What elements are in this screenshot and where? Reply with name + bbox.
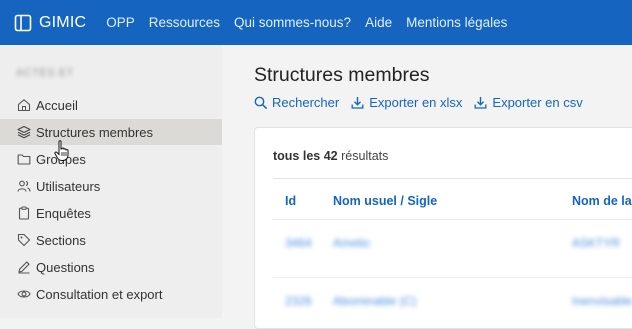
divider bbox=[273, 178, 632, 179]
results-number: 42 bbox=[323, 149, 338, 163]
column-header-id[interactable]: Id bbox=[285, 194, 296, 208]
export-csv-label: Exporter en csv bbox=[492, 95, 583, 110]
sidebar-item-label: Structures membres bbox=[36, 124, 154, 140]
sidebar-item-accueil[interactable]: Accueil bbox=[0, 92, 222, 118]
sidebar-item-label: Consultation et export bbox=[36, 286, 163, 302]
divider bbox=[273, 219, 632, 220]
users-icon bbox=[17, 180, 31, 192]
tag-icon bbox=[17, 233, 31, 247]
sidebar-toggle-icon bbox=[14, 14, 32, 31]
results-card: tous les 42 résultats Id Nom usuel / Sig… bbox=[254, 127, 632, 329]
table-cell-nom-usuel[interactable]: Amelio bbox=[333, 236, 370, 250]
page-title: Structures membres bbox=[254, 64, 430, 86]
nav-link-aide[interactable]: Aide bbox=[365, 15, 392, 30]
sidebar-item-label: Groupes bbox=[36, 151, 86, 167]
sidebar-item-enquetes[interactable]: Enquêtes bbox=[0, 200, 222, 226]
table-cell-nom-usuel[interactable]: Abominable (C) bbox=[333, 294, 416, 308]
sidebar: ACTES ET Accueil Structures membres Grou… bbox=[0, 45, 222, 318]
export-xlsx-label: Exporter en xlsx bbox=[369, 95, 463, 110]
sidebar-item-groupes[interactable]: Groupes bbox=[0, 146, 222, 172]
brand-name: GIMIC bbox=[39, 13, 87, 31]
search-icon bbox=[254, 96, 267, 109]
nav-link-mentions-legales[interactable]: Mentions légales bbox=[406, 15, 507, 30]
nav-link-ressources[interactable]: Ressources bbox=[149, 15, 220, 30]
sidebar-item-utilisateurs[interactable]: Utilisateurs bbox=[0, 173, 222, 199]
table-cell-nom[interactable]: Inenvisable bbox=[572, 294, 632, 308]
table-cell-id[interactable]: 2326 bbox=[285, 294, 312, 308]
search-button-label: Rechercher bbox=[272, 95, 340, 110]
action-bar: Rechercher Exporter en xlsx Exporter en … bbox=[254, 95, 595, 110]
column-header-nom-de-la[interactable]: Nom de la bbox=[572, 194, 632, 208]
top-navbar: GIMIC OPP Ressources Qui sommes-nous? Ai… bbox=[0, 0, 632, 45]
sidebar-item-label: Utilisateurs bbox=[36, 178, 101, 194]
results-count: tous les 42 résultats bbox=[273, 149, 388, 163]
divider bbox=[273, 277, 632, 278]
export-csv-button[interactable]: Exporter en csv bbox=[474, 95, 583, 110]
sidebar-item-structures-membres[interactable]: Structures membres bbox=[0, 119, 222, 145]
sidebar-section-label: ACTES ET bbox=[16, 67, 74, 79]
sidebar-item-sections[interactable]: Sections bbox=[0, 227, 222, 253]
sidebar-item-label: Enquêtes bbox=[36, 205, 91, 221]
pencil-icon bbox=[18, 261, 30, 274]
sidebar-item-label: Questions bbox=[36, 259, 95, 275]
brand[interactable]: GIMIC bbox=[14, 14, 86, 32]
sidebar-item-label: Accueil bbox=[36, 97, 78, 113]
home-icon bbox=[17, 99, 31, 112]
results-suffix: résultats bbox=[341, 149, 389, 163]
folder-icon bbox=[17, 154, 31, 165]
table-cell-id[interactable]: 3464 bbox=[285, 236, 312, 250]
sidebar-item-consultation-export[interactable]: Consultation et export bbox=[0, 281, 222, 307]
nav-link-qui-sommes-nous[interactable]: Qui sommes-nous? bbox=[234, 15, 351, 30]
download-icon bbox=[351, 97, 364, 109]
main-content: Structures membres Rechercher Exporter e… bbox=[222, 45, 632, 329]
clipboard-icon bbox=[18, 206, 30, 220]
sidebar-item-label: Sections bbox=[36, 232, 86, 248]
export-xlsx-button[interactable]: Exporter en xlsx bbox=[351, 95, 462, 110]
search-button[interactable]: Rechercher bbox=[254, 95, 339, 110]
layers-icon bbox=[17, 125, 31, 139]
download-icon bbox=[474, 97, 487, 109]
eye-icon bbox=[17, 290, 31, 298]
nav-link-opp[interactable]: OPP bbox=[106, 15, 135, 30]
results-prefix: tous les bbox=[273, 149, 321, 163]
column-header-nom-usuel[interactable]: Nom usuel / Sigle bbox=[333, 194, 437, 208]
table-cell-nom[interactable]: ASKTYR bbox=[572, 236, 620, 250]
sidebar-item-questions[interactable]: Questions bbox=[0, 254, 222, 280]
